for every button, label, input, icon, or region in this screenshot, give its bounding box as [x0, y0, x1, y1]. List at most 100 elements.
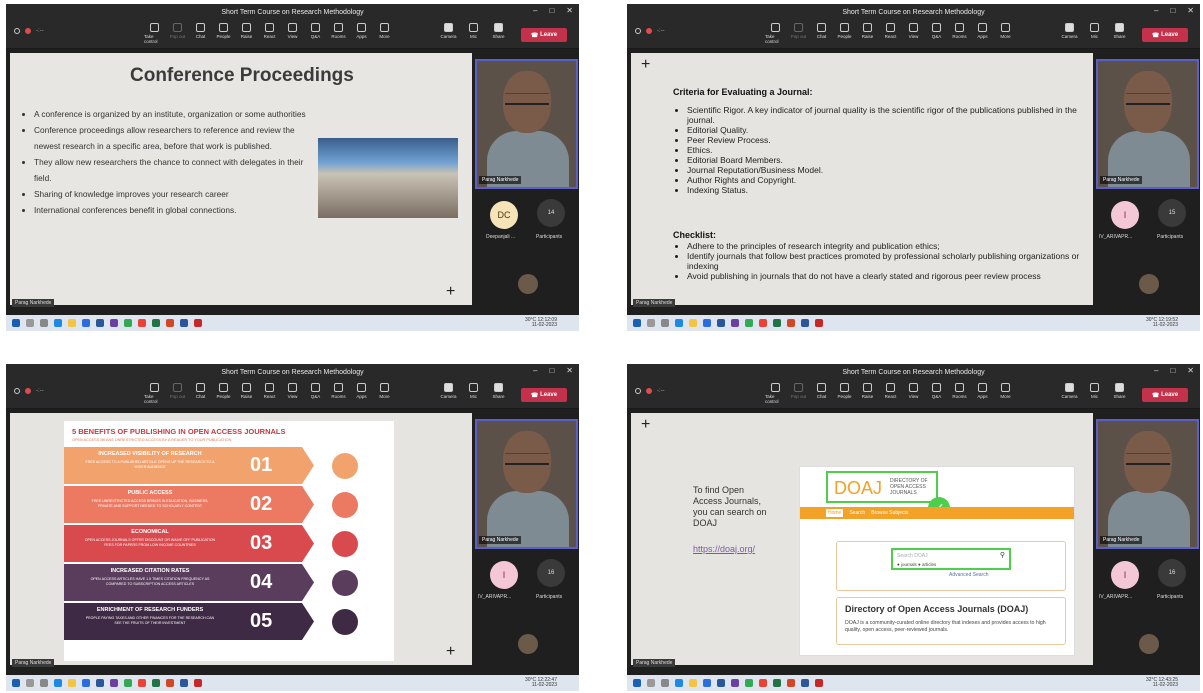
camera-button[interactable]: Camera	[1059, 23, 1080, 39]
qa-button[interactable]: Q&A	[926, 23, 947, 44]
participant-thumbnail[interactable]	[518, 634, 538, 654]
powerpoint-icon[interactable]	[787, 319, 795, 327]
raise-button[interactable]: Raise	[236, 23, 257, 44]
task-view-icon[interactable]	[661, 319, 669, 327]
file-explorer-icon[interactable]	[68, 679, 76, 687]
excel-icon[interactable]	[152, 319, 160, 327]
chrome-alt-icon[interactable]	[138, 319, 146, 327]
mail-icon[interactable]	[96, 319, 104, 327]
take-control-button[interactable]: Take control	[765, 23, 786, 44]
mail-icon[interactable]	[717, 679, 725, 687]
edge-icon[interactable]	[54, 319, 62, 327]
share-button[interactable]: Share	[488, 23, 509, 39]
articles-option[interactable]: ● articles	[918, 562, 936, 567]
search-icon[interactable]: ⚲	[1000, 551, 1005, 559]
leave-button[interactable]: ☎ Leave	[1142, 28, 1188, 42]
minimize-icon[interactable]: –	[533, 366, 537, 375]
close-icon[interactable]: ✕	[1187, 366, 1194, 375]
rooms-button[interactable]: Rooms	[328, 383, 349, 404]
pop-out-button[interactable]: Pop out	[167, 383, 188, 404]
nav-search[interactable]: Search	[849, 510, 865, 516]
participant-thumbnail[interactable]	[1139, 274, 1159, 294]
search-icon[interactable]	[647, 319, 655, 327]
search-icon[interactable]	[26, 319, 34, 327]
avatar[interactable]: I	[490, 561, 518, 589]
more-button[interactable]: More	[995, 383, 1016, 404]
nav-browse[interactable]: Browse Subjects	[871, 510, 908, 516]
people-button[interactable]: People	[834, 23, 855, 44]
mic-button[interactable]: Mic	[1084, 383, 1105, 399]
minimize-icon[interactable]: –	[533, 6, 537, 15]
store-icon[interactable]	[82, 319, 90, 327]
minimize-icon[interactable]: –	[1154, 366, 1158, 375]
participants-button[interactable]: 16	[537, 559, 565, 587]
people-button[interactable]: People	[213, 383, 234, 404]
qa-button[interactable]: Q&A	[926, 383, 947, 404]
windows-start-icon[interactable]	[12, 319, 20, 327]
excel-icon[interactable]	[773, 319, 781, 327]
mail-icon[interactable]	[717, 319, 725, 327]
qa-button[interactable]: Q&A	[305, 383, 326, 404]
pop-out-button[interactable]: Pop out	[788, 23, 809, 44]
share-button[interactable]: Share	[1109, 23, 1130, 39]
edge-icon[interactable]	[675, 319, 683, 327]
add-icon[interactable]: +	[446, 643, 455, 661]
add-icon[interactable]: +	[446, 283, 455, 301]
mic-button[interactable]: Mic	[1084, 23, 1105, 39]
more-button[interactable]: More	[995, 23, 1016, 44]
leave-button[interactable]: ☎ Leave	[1142, 388, 1188, 402]
advanced-search-link[interactable]: Advanced Search	[949, 572, 988, 578]
doaj-link[interactable]: https://doaj.org/	[693, 544, 755, 554]
chat-button[interactable]: Chat	[811, 23, 832, 44]
react-button[interactable]: React	[880, 23, 901, 44]
store-icon[interactable]	[703, 319, 711, 327]
view-button[interactable]: View	[903, 23, 924, 44]
maximize-icon[interactable]: □	[549, 6, 554, 15]
leave-button[interactable]: ☎ Leave	[521, 388, 567, 402]
pop-out-button[interactable]: Pop out	[167, 23, 188, 44]
teams-icon[interactable]	[110, 679, 118, 687]
nav-home[interactable]: Home	[826, 509, 844, 517]
task-view-icon[interactable]	[40, 679, 48, 687]
minimize-icon[interactable]: –	[1154, 6, 1158, 15]
teams-icon[interactable]	[731, 319, 739, 327]
maximize-icon[interactable]: □	[1170, 6, 1175, 15]
close-icon[interactable]: ✕	[566, 366, 573, 375]
participants-button[interactable]: 16	[1158, 559, 1186, 587]
mail-icon[interactable]	[96, 679, 104, 687]
pop-out-button[interactable]: Pop out	[788, 383, 809, 404]
close-icon[interactable]: ✕	[566, 6, 573, 15]
camera-button[interactable]: Camera	[438, 23, 459, 39]
rooms-button[interactable]: Rooms	[328, 23, 349, 44]
take-control-button[interactable]: Take control	[765, 383, 786, 404]
react-button[interactable]: React	[259, 383, 280, 404]
view-button[interactable]: View	[282, 23, 303, 44]
teams-icon[interactable]	[110, 319, 118, 327]
react-button[interactable]: React	[880, 383, 901, 404]
people-button[interactable]: People	[213, 23, 234, 44]
pdf-icon[interactable]	[194, 679, 202, 687]
chrome-icon[interactable]	[124, 319, 132, 327]
powerpoint-icon[interactable]	[166, 319, 174, 327]
windows-start-icon[interactable]	[12, 679, 20, 687]
edge-icon[interactable]	[675, 679, 683, 687]
powerpoint-icon[interactable]	[787, 679, 795, 687]
more-button[interactable]: More	[374, 383, 395, 404]
rooms-button[interactable]: Rooms	[949, 383, 970, 404]
add-icon[interactable]: +	[641, 56, 650, 74]
apps-button[interactable]: Apps	[972, 383, 993, 404]
participants-button[interactable]: 14	[537, 199, 565, 227]
maximize-icon[interactable]: □	[1170, 366, 1175, 375]
windows-start-icon[interactable]	[633, 679, 641, 687]
chat-button[interactable]: Chat	[190, 23, 211, 44]
qa-button[interactable]: Q&A	[305, 23, 326, 44]
avatar[interactable]: DC	[490, 201, 518, 229]
excel-icon[interactable]	[773, 679, 781, 687]
people-button[interactable]: People	[834, 383, 855, 404]
chrome-icon[interactable]	[745, 679, 753, 687]
more-button[interactable]: More	[374, 23, 395, 44]
search-icon[interactable]	[647, 679, 655, 687]
excel-icon[interactable]	[152, 679, 160, 687]
add-icon[interactable]: +	[641, 416, 650, 434]
share-button[interactable]: Share	[488, 383, 509, 399]
